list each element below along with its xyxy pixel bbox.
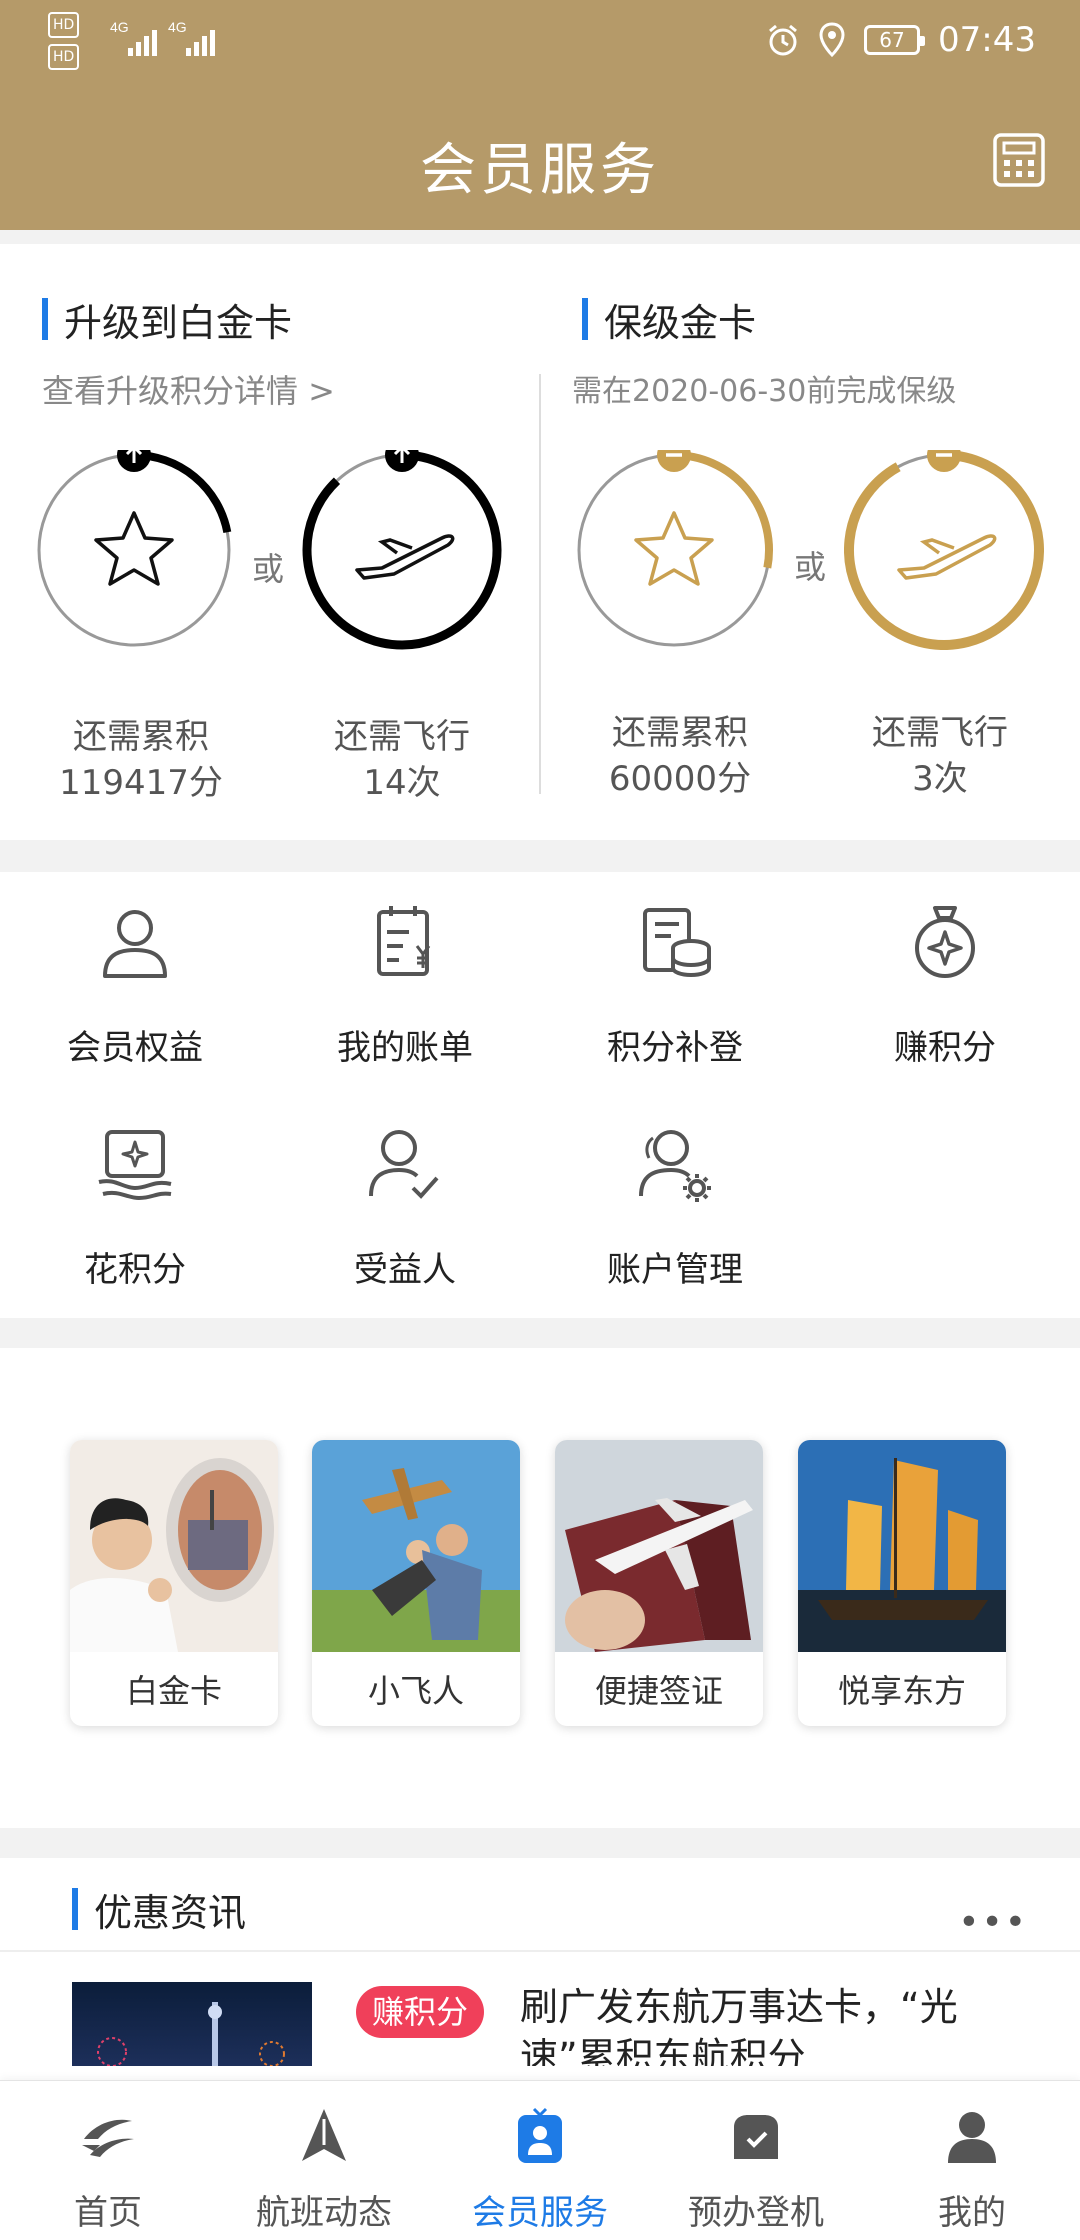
nav-home[interactable]: 首页 [0,2081,216,2240]
tile-label: 白金卡 [125,1672,222,1710]
sim-badges: HD HD [48,12,83,70]
upgrade-title: 升级到白金卡 [42,292,292,347]
menu-label: 花积分 [84,1250,186,1290]
menu-spend-points[interactable]: 花积分 [0,1094,270,1294]
keep-points-ring[interactable] [574,450,774,650]
fireworks-image [97,2002,285,2066]
platinum-card-image [70,1440,278,1652]
signal-icon-2: 4G [168,19,215,56]
nav-flight-status[interactable]: 航班动态 [216,2081,432,2240]
location-icon [819,22,845,58]
upgrade-details-link[interactable]: 查看升级积分详情 > [42,366,335,412]
svg-text:4G: 4G [168,19,187,35]
tier-progress-card: 升级到白金卡 查看升级积分详情 > 保级金卡 需在2020-06-30前完成保级… [0,244,1080,840]
nav-label: 预办登机 [688,2193,824,2233]
card-divider [539,374,541,794]
upgrade-or: 或 [252,550,285,588]
tile-label: 小飞人 [367,1672,464,1710]
promo-tiles-section: 白金卡 小飞人 便捷签证 悦享东方 [0,1348,1080,1828]
account-settings-icon [639,1130,711,1202]
hd-badge-1: HD [48,12,80,38]
news-headline[interactable]: 刷广发东航万事达卡，“光速”累积东航积分 [520,1982,1020,2066]
menu-member-benefits[interactable]: 会员权益 [0,872,270,1072]
keep-title: 保级金卡 [582,292,756,347]
alarm-icon [769,24,797,56]
plane-icon [355,534,455,580]
plane-icon [897,534,997,580]
beneficiary-icon [369,1130,439,1199]
menu-label: 受益人 [354,1250,456,1290]
upgrade-points-label: 还需累积 119417分 [59,717,223,803]
spend-points-icon [98,1130,172,1201]
battery-level: 67 [879,28,905,52]
member-menu-grid: 会员权益 我的账单 积分补登 赚积分 花积分 受益人 账户管理 [0,872,1080,1318]
nav-label: 航班动态 [256,2193,392,2233]
nav-member-service[interactable]: 会员服务 [432,2081,648,2240]
eastern-logo-icon [82,2119,134,2157]
nav-label: 会员服务 [472,2193,608,2233]
member-icon [518,2107,562,2163]
upgrade-flights-ring[interactable] [302,450,502,650]
divider [0,1950,1080,1952]
status-bar: HD HD 4G 4G 67 07:43 [0,0,1080,80]
hd-badge-2: HD [48,44,80,70]
medal-icon [915,906,975,978]
svg-text:4G: 4G [110,19,129,35]
menu-label: 账户管理 [607,1250,743,1290]
nav-label: 首页 [74,2193,142,2233]
tile-platinum-card[interactable]: 白金卡 [70,1440,278,1726]
bottom-nav: 首页 航班动态 会员服务 预办登机 我的 [0,2080,1080,2240]
menu-my-bill[interactable]: 我的账单 [270,872,540,1072]
menu-points-claim[interactable]: 积分补登 [540,872,810,1072]
menu-account-management[interactable]: 账户管理 [540,1094,810,1294]
signal-icon-1: 4G [110,19,157,56]
news-title: 优惠资讯 [72,1882,246,1937]
oriental-experience-image [798,1440,1006,1652]
tile-label: 悦享东方 [837,1672,966,1710]
upgrade-flights-label: 还需飞行 14次 [334,717,470,803]
visa-service-image [555,1440,763,1652]
little-flyer-image [312,1440,520,1652]
earn-points-badge: 赚积分 [356,1986,485,2038]
nav-profile[interactable]: 我的 [864,2081,1080,2240]
nav-label: 我的 [938,2193,1006,2233]
more-icon[interactable]: ••• [958,1902,1028,1943]
upgrade-points-ring[interactable] [34,450,234,650]
keep-or: 或 [794,548,827,586]
menu-label: 我的账单 [337,1028,473,1068]
tile-label: 便捷签证 [594,1672,723,1710]
keep-deadline: 需在2020-06-30前完成保级 [572,374,957,409]
user-icon [103,910,167,978]
battery-icon: 67 [864,25,926,55]
flight-status-icon [302,2109,346,2161]
nav-checkin[interactable]: 预办登机 [648,2081,864,2240]
tile-oriental-experience[interactable]: 悦享东方 [798,1440,1006,1726]
menu-label: 积分补登 [607,1028,743,1068]
keep-flights-ring[interactable] [844,450,1044,650]
status-time: 07:43 [938,20,1036,60]
news-thumbnail[interactable] [72,1982,312,2066]
checkin-icon [734,2115,778,2159]
bill-icon [377,906,431,976]
calculator-icon[interactable] [992,132,1046,188]
menu-earn-points[interactable]: 赚积分 [810,872,1080,1072]
keep-flights-label: 还需飞行 3次 [872,713,1008,799]
header-bar: HD HD 4G 4G 67 07:43 会员服务 [0,0,1080,230]
points-stack-icon [643,908,711,978]
menu-label: 赚积分 [894,1028,996,1068]
keep-points-label: 还需累积 60000分 [608,713,752,799]
page-title: 会员服务 [420,138,660,203]
tile-little-flyer[interactable]: 小飞人 [312,1440,520,1726]
tile-visa-service[interactable]: 便捷签证 [555,1440,763,1726]
menu-beneficiary[interactable]: 受益人 [270,1094,540,1294]
profile-icon [948,2112,996,2163]
menu-label: 会员权益 [67,1028,203,1068]
